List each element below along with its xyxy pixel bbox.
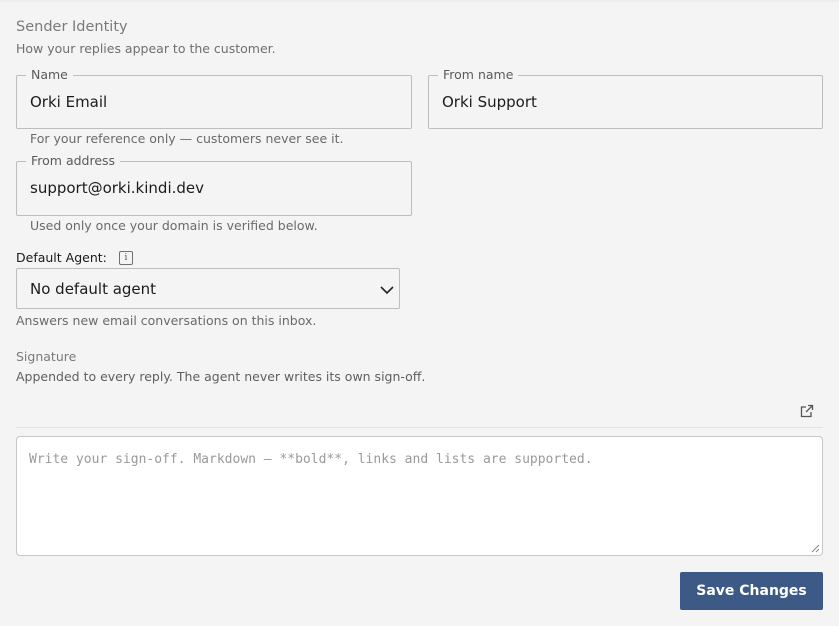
- signature-subtitle: Appended to every reply. The agent never…: [16, 369, 426, 384]
- default-agent-label: Default Agent:: [16, 250, 107, 265]
- signature-divider: [16, 427, 823, 428]
- from-address-field-label: From address: [26, 154, 121, 168]
- name-help-text: For your reference only — customers neve…: [30, 131, 344, 146]
- from-name-field[interactable]: From name Orki Support: [428, 68, 823, 129]
- chevron-down-icon: [380, 286, 394, 295]
- default-agent-select[interactable]: No default agent: [16, 268, 400, 309]
- from-name-field-value[interactable]: Orki Support: [442, 93, 537, 111]
- name-field[interactable]: Name Orki Email: [16, 68, 412, 129]
- resize-handle-icon[interactable]: [811, 544, 820, 553]
- section-title: Sender Identity: [16, 19, 128, 35]
- signature-title: Signature: [16, 349, 77, 364]
- top-divider: [0, 0, 839, 2]
- from-address-field[interactable]: From address support@orki.kindi.dev: [16, 154, 412, 216]
- signature-placeholder: Write your sign-off. Markdown — **bold**…: [29, 452, 593, 467]
- default-agent-help-text: Answers new email conversations on this …: [16, 313, 317, 328]
- name-field-label: Name: [26, 68, 73, 82]
- name-field-value[interactable]: Orki Email: [30, 93, 107, 111]
- default-agent-selected-value: No default agent: [30, 280, 157, 298]
- from-address-field-value[interactable]: support@orki.kindi.dev: [30, 179, 204, 197]
- section-subtitle: How your replies appear to the customer.: [16, 41, 276, 56]
- signature-textarea[interactable]: Write your sign-off. Markdown — **bold**…: [16, 436, 823, 556]
- external-link-icon[interactable]: [799, 403, 815, 419]
- save-changes-button[interactable]: Save Changes: [680, 572, 823, 610]
- info-icon[interactable]: i: [119, 251, 133, 265]
- from-address-help-text: Used only once your domain is verified b…: [30, 218, 318, 233]
- from-name-field-label: From name: [438, 68, 519, 82]
